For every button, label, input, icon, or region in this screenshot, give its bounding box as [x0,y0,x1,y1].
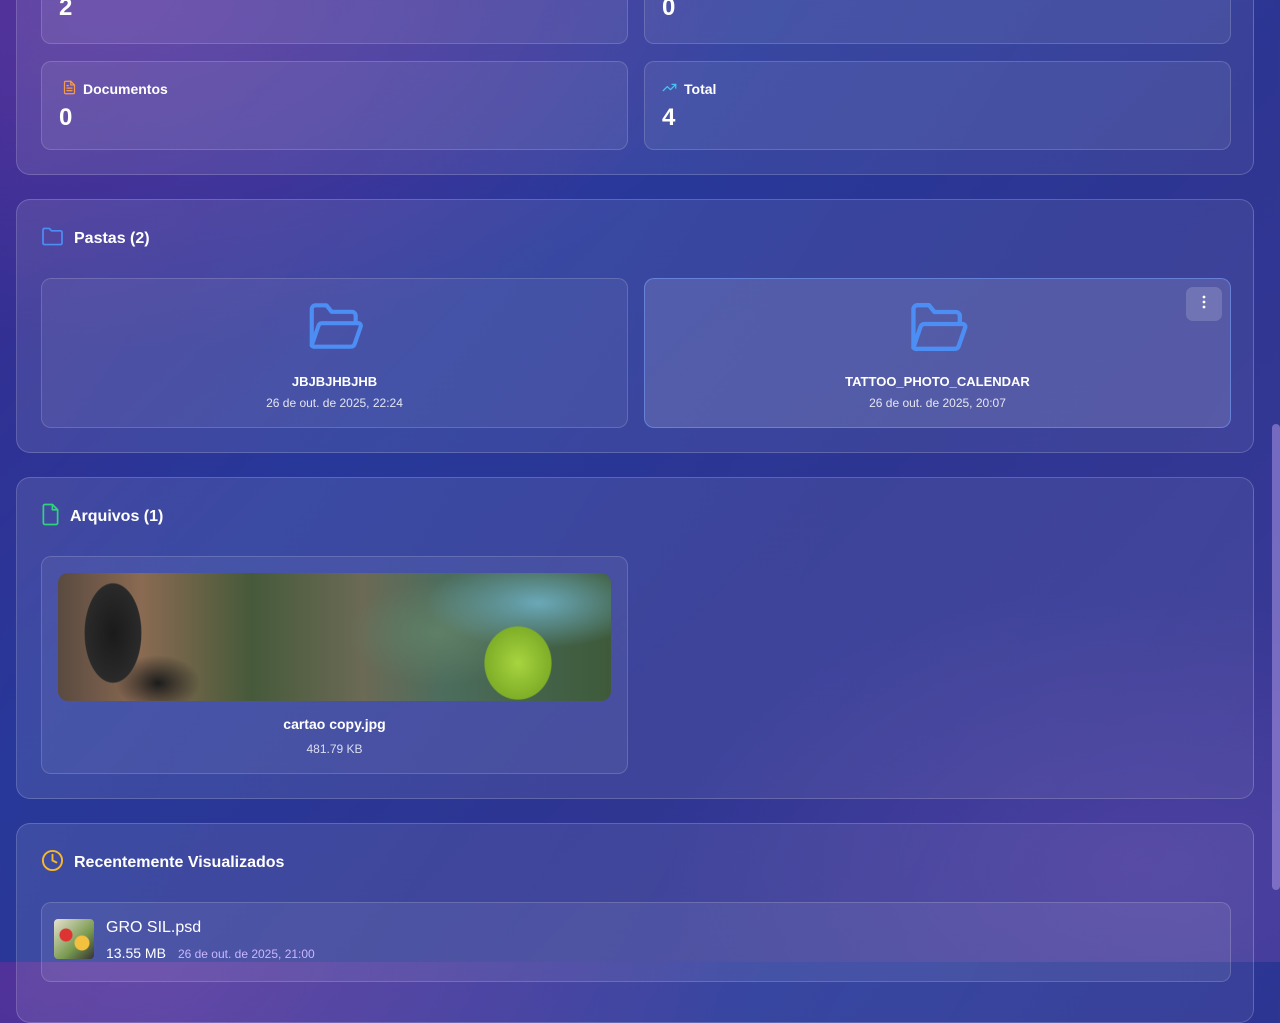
file-card[interactable]: cartao copy.jpg 481.79 KB [41,556,628,774]
folder-name: JBJBJHBJHB [291,374,378,389]
stat-card-images: 2 [41,0,628,44]
recent-file-size: 13.55 MB [106,945,166,961]
stat-card-videos: 0 [644,0,1231,44]
file-size: 481.79 KB [306,742,363,756]
folder-date: 26 de out. de 2025, 20:07 [869,396,1006,410]
more-vertical-icon [1202,295,1206,314]
folder-card[interactable]: TATTOO_PHOTO_CALENDAR 26 de out. de 2025… [644,278,1231,428]
files-title: Arquivos (1) [70,508,164,525]
stat-value: 2 [59,0,73,21]
folder-card[interactable]: JBJBJHBJHB 26 de out. de 2025, 22:24 [41,278,628,428]
folder-open-icon [304,297,366,360]
folder-icon [41,227,64,251]
file-icon [41,503,60,531]
recent-file-date: 26 de out. de 2025, 21:00 [177,947,315,961]
recent-file-name: GRO SIL.psd [106,919,202,936]
document-icon [62,80,77,98]
section-title: Pastas (2) [41,227,150,251]
stat-label-text: Total [684,81,717,97]
scrollbar[interactable] [1272,424,1280,890]
folder-open-icon [905,297,971,362]
recent-section: Recentemente Visualizados GRO SIL.psd 13… [16,823,1254,1023]
folder-date: 26 de out. de 2025, 22:24 [266,396,403,410]
stat-value: 0 [662,0,676,21]
stat-card-total: Total 4 [644,61,1231,150]
recent-title: Recentemente Visualizados [74,854,285,871]
stat-label: Total [661,80,716,98]
stat-label-text: Documentos [83,81,168,97]
stat-value: 0 [59,104,73,131]
folder-name: TATTOO_PHOTO_CALENDAR [845,374,1030,389]
stats-section: 2 0 Documentos 0 Total 4 [16,0,1254,175]
stat-value: 4 [662,104,676,131]
recent-item[interactable]: GRO SIL.psd 13.55 MB 26 de out. de 2025,… [41,902,1231,982]
file-name: cartao copy.jpg [283,716,386,732]
stat-card-documents: Documentos 0 [41,61,628,150]
file-thumbnail [58,573,611,701]
more-options-button[interactable] [1186,287,1222,321]
trending-up-icon [661,80,678,98]
folders-title: Pastas (2) [74,230,150,247]
section-title: Recentemente Visualizados [41,849,284,877]
recent-meta: 13.55 MB 26 de out. de 2025, 21:00 [106,945,315,961]
folders-section: Pastas (2) JBJBJHBJHB 26 de out. de 2025… [16,199,1254,453]
section-title: Arquivos (1) [41,503,163,531]
recent-thumbnail [54,919,94,959]
files-section: Arquivos (1) cartao copy.jpg 481.79 KB [16,477,1254,799]
clock-icon [41,849,64,877]
stat-label: Documentos [62,80,168,98]
